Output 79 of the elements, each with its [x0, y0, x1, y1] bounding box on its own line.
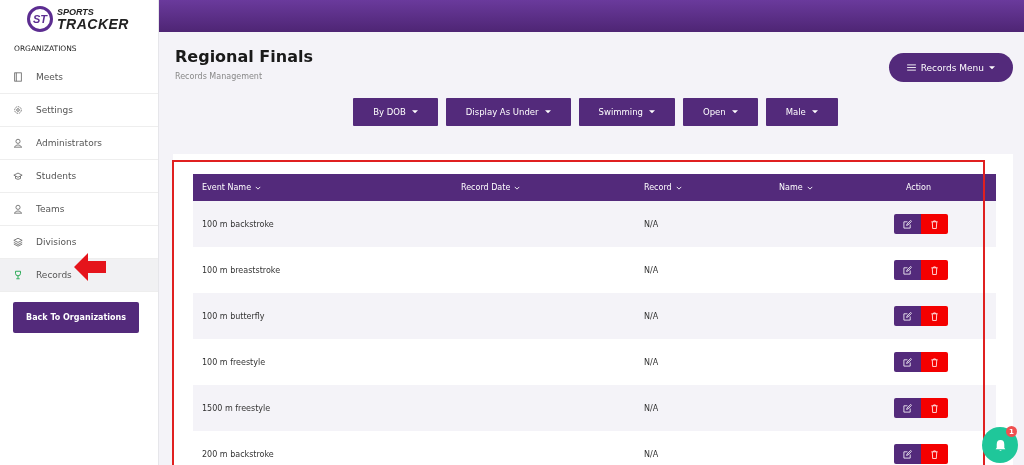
trash-icon: [929, 219, 939, 229]
caret-icon: [411, 110, 418, 114]
table-cell: N/A: [644, 265, 659, 275]
bell-icon: [993, 438, 1007, 452]
caret-icon: [811, 110, 818, 114]
book-icon: [13, 72, 23, 82]
table-cell: N/A: [644, 357, 659, 367]
trash-icon: [929, 449, 939, 459]
sidebar-item[interactable]: Meets: [0, 61, 158, 94]
edit-icon: [902, 403, 912, 413]
table-cell: N/A: [644, 219, 659, 229]
records-menu-button[interactable]: Records Menu: [888, 53, 1013, 82]
menu-icon: [906, 64, 916, 71]
sidebar-item[interactable]: Settings: [0, 94, 158, 127]
table-cell: 200 m backstroke: [202, 449, 274, 459]
person-icon: [13, 204, 23, 214]
page-title: Regional Finals: [175, 47, 313, 66]
sidebar-item[interactable]: Records: [0, 259, 158, 292]
caret-icon: [731, 110, 738, 114]
graduation-cap-icon: [13, 171, 23, 181]
delete-button[interactable]: [920, 260, 948, 280]
logo-mark: ST: [27, 6, 53, 32]
back-button[interactable]: Back To Organizations: [13, 302, 139, 333]
filter-dropdown[interactable]: Display As Under: [445, 98, 571, 126]
caret-icon: [544, 110, 551, 114]
delete-button[interactable]: [920, 444, 948, 464]
edit-button[interactable]: [893, 260, 921, 280]
edit-button[interactable]: [893, 398, 921, 418]
trash-icon: [929, 265, 939, 275]
edit-icon: [902, 357, 912, 367]
table-cell: 1500 m freestyle: [202, 403, 271, 413]
table-cell: 100 m backstroke: [202, 219, 274, 229]
logo-text: TRACKER: [57, 16, 129, 31]
edit-button[interactable]: [893, 444, 921, 464]
delete-button[interactable]: [920, 306, 948, 326]
chevron-icon: [806, 185, 813, 190]
delete-button[interactable]: [920, 398, 948, 418]
delete-button[interactable]: [920, 352, 948, 372]
column-header: Action: [904, 183, 933, 192]
edit-icon: [902, 265, 912, 275]
logo-text: SPORTS: [57, 7, 95, 17]
trash-icon: [929, 403, 939, 413]
pointer-arrow: [74, 252, 106, 282]
trash-icon: [929, 311, 939, 321]
sidebar-item[interactable]: Teams: [0, 193, 158, 226]
table-cell: N/A: [644, 449, 659, 459]
table-cell: N/A: [644, 311, 659, 321]
delete-button[interactable]: [920, 214, 948, 234]
trash-icon: [929, 357, 939, 367]
edit-button[interactable]: [893, 352, 921, 372]
edit-icon: [902, 219, 912, 229]
caret-icon: [648, 110, 655, 114]
column-header[interactable]: Event Name: [193, 183, 461, 192]
column-header[interactable]: Name: [779, 183, 879, 192]
chevron-icon: [675, 185, 682, 190]
table-cell: 100 m butterfly: [202, 311, 265, 321]
trophy-icon: [13, 270, 23, 280]
filter-dropdown[interactable]: Open: [682, 98, 758, 126]
column-header[interactable]: Record: [644, 183, 779, 192]
layers-icon: [13, 237, 23, 247]
edit-icon: [902, 311, 912, 321]
filter-dropdown[interactable]: By DOB: [353, 98, 438, 126]
table-cell: N/A: [644, 403, 659, 413]
column-header[interactable]: Record Date: [461, 183, 644, 192]
edit-icon: [902, 449, 912, 459]
filter-dropdown[interactable]: Male: [765, 98, 838, 126]
sidebar-item[interactable]: Administrators: [0, 127, 158, 160]
person-icon: [13, 138, 23, 148]
table-cell: 100 m breaststroke: [202, 265, 281, 275]
table-cell: 100 m freestyle: [202, 357, 266, 367]
chevron-icon: [514, 185, 521, 190]
page-subtitle: Records Management: [175, 72, 264, 81]
sidebar-item[interactable]: Students: [0, 160, 158, 193]
caret-icon: [989, 65, 995, 70]
filter-dropdown[interactable]: Swimming: [578, 98, 675, 126]
edit-button[interactable]: [893, 214, 921, 234]
edit-button[interactable]: [893, 306, 921, 326]
settings-icon: [13, 105, 23, 115]
chevron-icon: [255, 185, 262, 190]
